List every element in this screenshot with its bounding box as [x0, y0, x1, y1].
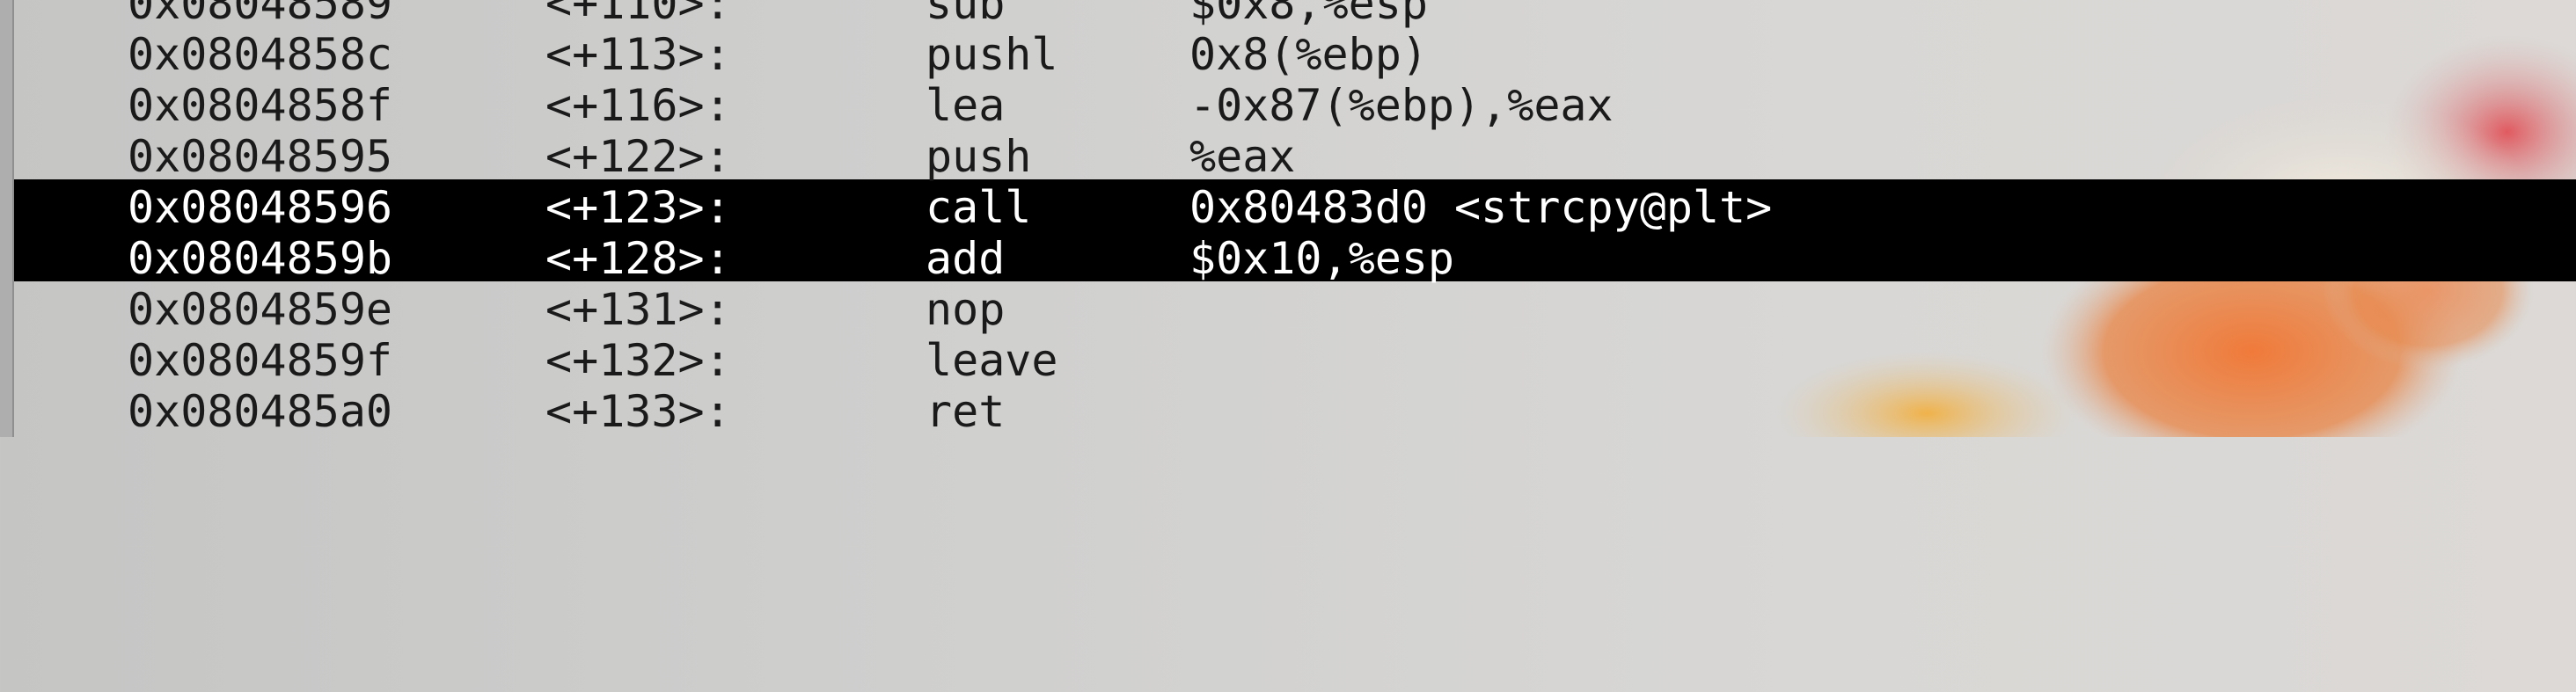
- instruction-address: 0x08048596: [128, 182, 393, 233]
- instruction-address: 0x08048595: [128, 131, 393, 182]
- instruction-mnemonic: ret: [926, 386, 1006, 437]
- instruction-row[interactable]: 0x0804859f <+132>: leave: [0, 335, 2576, 386]
- instruction-operands: 0x80483d0 <strcpy@plt>: [1189, 182, 1773, 233]
- instruction-operands: $0x8,%esp: [1189, 0, 1428, 29]
- instruction-address: 0x0804858c: [128, 29, 393, 80]
- instruction-row[interactable]: 0x0804859e <+131>: nop: [0, 284, 2576, 335]
- instruction-offset: <+131>:: [545, 284, 731, 335]
- instruction-row-highlighted[interactable]: 0x0804859b <+128>: add $0x10,%esp: [0, 233, 2576, 284]
- instruction-operands: %eax: [1189, 131, 1296, 182]
- instruction-mnemonic: call: [926, 182, 1032, 233]
- instruction-row[interactable]: 0x0804858c <+113>: pushl 0x8(%ebp): [0, 29, 2576, 80]
- instruction-address: 0x0804859f: [128, 335, 393, 386]
- instruction-operands: -0x87(%ebp),%eax: [1189, 80, 1614, 131]
- instruction-offset: <+128>:: [545, 233, 731, 284]
- instruction-offset: <+133>:: [545, 386, 731, 437]
- instruction-mnemonic: lea: [926, 80, 1006, 131]
- instruction-address: 0x0804858f: [128, 80, 393, 131]
- instruction-offset: <+123>:: [545, 182, 731, 233]
- instruction-address: 0x080485a0: [128, 386, 393, 437]
- instruction-row[interactable]: 0x0804858f <+116>: lea -0x87(%ebp),%eax: [0, 80, 2576, 131]
- instruction-offset: <+113>:: [545, 29, 731, 80]
- instruction-address: 0x0804859b: [128, 233, 393, 284]
- instruction-address: 0x08048589: [128, 0, 393, 29]
- instruction-offset: <+116>:: [545, 80, 731, 131]
- instruction-operands: 0x8(%ebp): [1189, 29, 1428, 80]
- instruction-row-highlighted[interactable]: 0x08048596 <+123>: call 0x80483d0 <strcp…: [0, 182, 2576, 233]
- instruction-operands: $0x10,%esp: [1189, 233, 1455, 284]
- instruction-offset: <+110>:: [545, 0, 731, 29]
- instruction-offset: <+122>:: [545, 131, 731, 182]
- disassembly-listing: 0x08048589 <+110>: sub $0x8,%esp 0x08048…: [0, 0, 2576, 437]
- instruction-offset: <+132>:: [545, 335, 731, 386]
- instruction-mnemonic: sub: [926, 0, 1006, 29]
- instruction-row[interactable]: 0x080485a0 <+133>: ret: [0, 386, 2576, 437]
- instruction-mnemonic: pushl: [926, 29, 1058, 80]
- instruction-mnemonic: nop: [926, 284, 1006, 335]
- instruction-mnemonic: push: [926, 131, 1032, 182]
- instruction-row[interactable]: 0x08048595 <+122>: push %eax: [0, 131, 2576, 182]
- instruction-address: 0x0804859e: [128, 284, 393, 335]
- instruction-mnemonic: add: [926, 233, 1006, 284]
- instruction-row[interactable]: 0x08048589 <+110>: sub $0x8,%esp: [0, 0, 2576, 29]
- instruction-mnemonic: leave: [926, 335, 1058, 386]
